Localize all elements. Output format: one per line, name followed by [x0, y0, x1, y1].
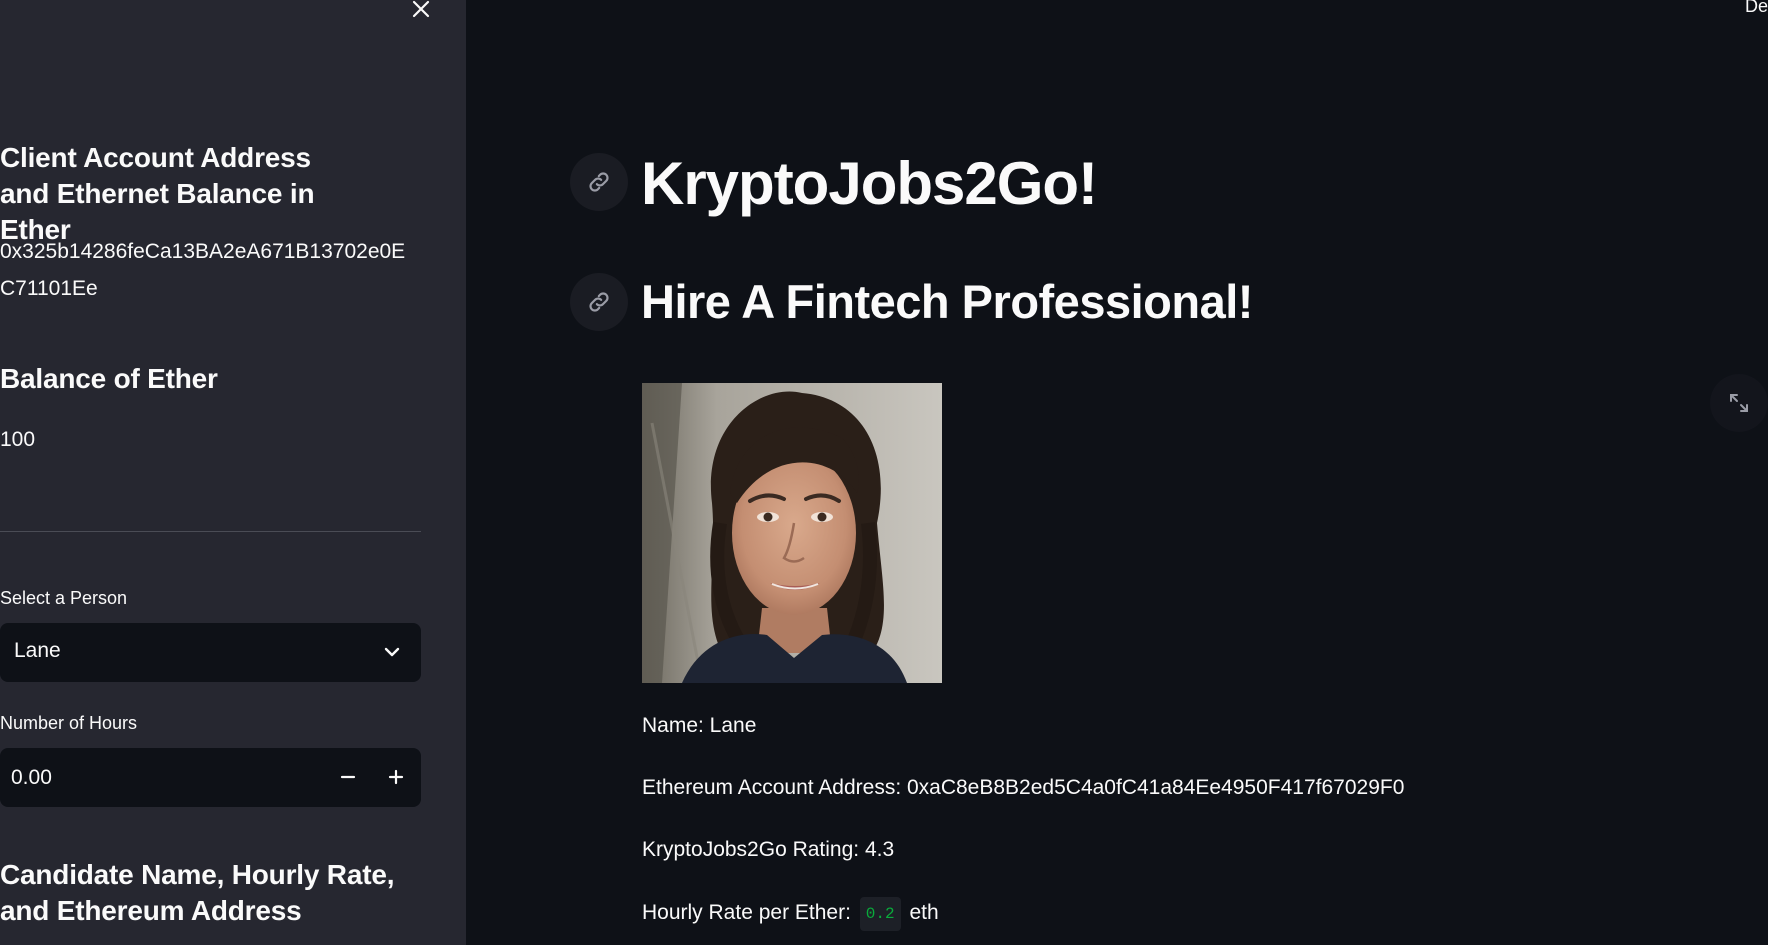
- link-icon: [589, 172, 609, 192]
- plus-icon: [388, 769, 404, 785]
- sidebar-divider: [0, 531, 421, 532]
- app: Client Account Address and Ethernet Bala…: [0, 0, 1768, 945]
- deploy-text[interactable]: De: [1745, 0, 1768, 17]
- page-title: KryptoJobs2Go!: [641, 150, 1098, 217]
- person-select-value: Lane: [14, 639, 61, 662]
- candidate-address: Ethereum Account Address: 0xaC8eB8B2ed5C…: [642, 776, 1405, 799]
- account-address-line2: C71101Ee: [0, 277, 98, 300]
- minus-icon: [340, 775, 356, 779]
- chevron-down-icon: [384, 647, 400, 657]
- rate-prefix: Hourly Rate per Ether:: [642, 901, 851, 924]
- close-icon: [412, 0, 430, 18]
- hours-label: Number of Hours: [0, 713, 138, 733]
- candidate-hourly-rate: Hourly Rate per Ether: 0.2 eth: [642, 897, 939, 931]
- decrement-button[interactable]: [328, 757, 368, 797]
- hours-input[interactable]: [0, 748, 320, 807]
- select-person-label: Select a Person: [0, 588, 128, 608]
- rate-value-chip: 0.2: [859, 897, 901, 931]
- increment-button[interactable]: [376, 757, 416, 797]
- rate-suffix: eth: [909, 901, 939, 924]
- close-sidebar-button[interactable]: [406, 0, 436, 24]
- subtitle-anchor-link[interactable]: [570, 273, 628, 331]
- fullscreen-icon: [1730, 394, 1748, 412]
- link-icon: [589, 292, 609, 312]
- person-select[interactable]: Lane: [0, 623, 421, 682]
- candidate-photo: [642, 383, 942, 683]
- candidate-name: Name: Lane: [642, 714, 757, 737]
- sidebar: Client Account Address and Ethernet Bala…: [0, 0, 466, 945]
- page-subtitle: Hire A Fintech Professional!: [641, 275, 1253, 328]
- balance-heading: Balance of Ether: [0, 363, 218, 394]
- candidate-heading: Candidate Name, Hourly Rate, and Ethereu…: [0, 859, 395, 926]
- title-anchor-link[interactable]: [570, 153, 628, 211]
- account-heading: Client Account Address and Ethernet Bala…: [0, 142, 315, 245]
- hours-number-input: [0, 748, 421, 807]
- candidate-rating: KryptoJobs2Go Rating: 4.3: [642, 838, 895, 861]
- main-content: De KryptoJobs2Go! Hire A Fintech Profess…: [466, 0, 1768, 945]
- balance-value: 100: [0, 428, 36, 451]
- account-address-line1: 0x325b14286feCa13BA2eA671B13702e0E: [0, 240, 406, 263]
- fullscreen-button[interactable]: [1710, 374, 1768, 432]
